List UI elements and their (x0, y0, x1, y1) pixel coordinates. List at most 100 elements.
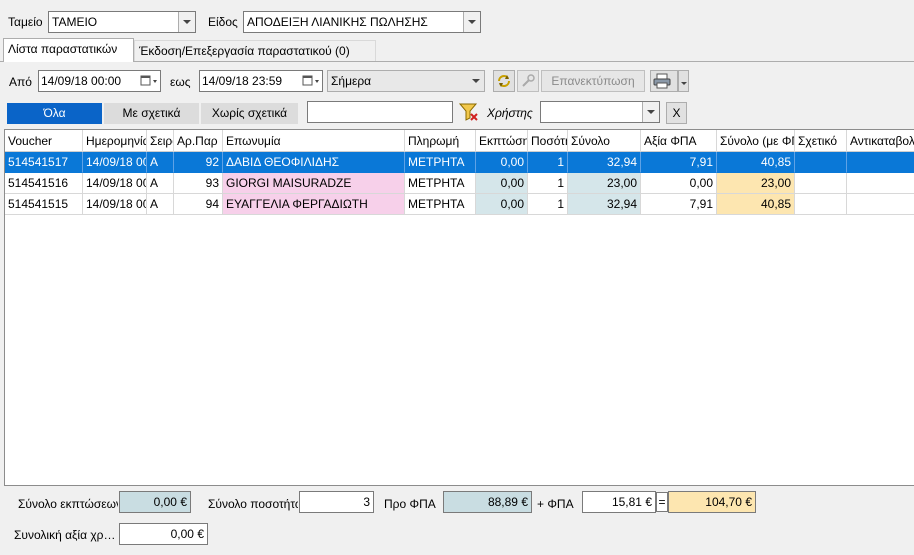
cell-total-vat: 23,00 (717, 173, 795, 194)
column-header-total-vat[interactable]: Σύνολο (με ΦΠΑ) (717, 130, 795, 152)
discount-total-label: Σύνολο εκπτώσεων (18, 497, 118, 511)
print-button[interactable] (650, 70, 678, 92)
discount-total-field: 0,00 € (119, 491, 191, 513)
user-label: Χρήστης (487, 106, 533, 120)
filter-clear-icon (458, 103, 478, 121)
grand-total-field: 104,70 € (668, 491, 756, 513)
cell-payment: ΜΕΤΡΗΤΑ (405, 152, 476, 173)
cell-total-vat: 40,85 (717, 152, 795, 173)
cell-discount: 0,00 (476, 173, 528, 194)
chevron-down-icon[interactable] (463, 12, 480, 32)
filter-all-button[interactable]: Όλα (7, 103, 102, 124)
cell-number: 92 (174, 152, 223, 173)
search-input[interactable] (307, 101, 453, 123)
to-label: εως (170, 75, 191, 89)
cell-vat: 7,91 (641, 194, 717, 215)
column-header-discount[interactable]: Εκπτώση (476, 130, 528, 152)
from-date-picker[interactable]: 14/09/18 00:00 (38, 70, 161, 92)
reprint-button[interactable]: Επανεκτύπωση (541, 70, 645, 92)
refresh-button[interactable] (493, 70, 515, 92)
column-header-cod[interactable]: Αντικαταβολή (847, 130, 914, 152)
cell-cod (847, 194, 914, 215)
qty-total-field: 3 (299, 491, 374, 513)
chevron-down-icon (680, 82, 687, 85)
cell-payment: ΜΕΤΡΗΤΑ (405, 173, 476, 194)
equals-sign: = (656, 492, 668, 512)
cashbox-select[interactable]: ΤΑΜΕΙΟ (48, 11, 196, 33)
cashbox-label: Ταμείο (8, 15, 43, 29)
clear-filter-button[interactable] (458, 101, 480, 123)
cell-vat: 0,00 (641, 173, 717, 194)
clear-user-button[interactable]: X (666, 102, 687, 124)
chevron-down-icon[interactable] (642, 102, 659, 122)
tab-divider (0, 61, 914, 62)
filter-without-related-button[interactable]: Χωρίς σχετικά (201, 103, 298, 124)
cell-related (795, 194, 847, 215)
cell-vat: 7,91 (641, 152, 717, 173)
cell-date: 14/09/18 00:00 (83, 194, 147, 215)
cell-series: Α (147, 173, 174, 194)
column-header-name[interactable]: Επωνυμία (223, 130, 405, 152)
type-value: ΑΠΟΔΕΙΞΗ ΛΙΑΝΙΚΗΣ ΠΩΛΗΣΗΣ (247, 15, 428, 29)
cell-qty: 1 (528, 173, 568, 194)
user-select[interactable] (540, 101, 660, 123)
chevron-down-icon[interactable] (467, 71, 484, 91)
table-row[interactable]: 514541515 14/09/18 00:00 Α 94 ΕΥΑΓΓΕΛΙΑ … (5, 194, 914, 215)
cell-name: ΕΥΑΓΓΕΛΙΑ ΦΕΡΓΑΔΙΩΤΗ (223, 194, 405, 215)
cell-number: 93 (174, 173, 223, 194)
column-header-payment[interactable]: Πληρωμή (405, 130, 476, 152)
tab-document-edit[interactable]: Έκδοση/Επεξεργασία παραστατικού (0) (134, 40, 376, 62)
cell-discount: 0,00 (476, 152, 528, 173)
vat-label: + ΦΠΑ (537, 497, 574, 511)
column-header-date[interactable]: Ημερομηνία (83, 130, 147, 152)
wrench-icon (522, 74, 535, 87)
column-header-vat[interactable]: Αξία ΦΠΑ (641, 130, 717, 152)
total-charges-label: Συνολική αξία χρεώσεων (14, 528, 116, 542)
cell-voucher: 514541516 (5, 173, 83, 194)
cell-name: GIORGI MAISURADZE (223, 173, 405, 194)
cell-cod (847, 152, 914, 173)
tab-document-list[interactable]: Λίστα παραστατικών (3, 38, 134, 62)
column-header-related[interactable]: Σχετικό (795, 130, 847, 152)
cell-qty: 1 (528, 194, 568, 215)
from-label: Από (9, 75, 32, 89)
calendar-icon[interactable] (302, 74, 320, 88)
grid-header: Voucher Ημερομηνία Σειρά Αρ.Παρ Επωνυμία… (5, 130, 914, 152)
cell-related (795, 173, 847, 194)
calendar-icon[interactable] (140, 74, 158, 88)
cell-series: Α (147, 194, 174, 215)
period-select[interactable]: Σήμερα (327, 70, 485, 92)
chevron-down-icon[interactable] (178, 12, 195, 32)
total-charges-field: 0,00 € (119, 523, 208, 545)
column-header-voucher[interactable]: Voucher (5, 130, 83, 152)
cell-name: ΔΑΒΙΔ ΘΕΟΦΙΛΙΔΗΣ (223, 152, 405, 173)
cell-date: 14/09/18 00:00 (83, 152, 147, 173)
table-row[interactable]: 514541516 14/09/18 00:00 Α 93 GIORGI MAI… (5, 173, 914, 194)
cell-number: 94 (174, 194, 223, 215)
qty-total-label: Σύνολο ποσοτήτων (208, 497, 298, 511)
to-date-value: 14/09/18 23:59 (202, 74, 283, 88)
table-row[interactable]: 514541517 14/09/18 00:00 Α 92 ΔΑΒΙΔ ΘΕΟΦ… (5, 152, 914, 173)
cell-total-vat: 40,85 (717, 194, 795, 215)
column-header-total[interactable]: Σύνολο (568, 130, 641, 152)
cell-total: 32,94 (568, 194, 641, 215)
from-date-value: 14/09/18 00:00 (41, 74, 122, 88)
period-value: Σήμερα (331, 74, 372, 88)
pre-vat-label: Προ ΦΠΑ (384, 497, 436, 511)
cell-qty: 1 (528, 152, 568, 173)
cell-total: 23,00 (568, 173, 641, 194)
print-menu-button[interactable] (678, 70, 689, 92)
refresh-icon (498, 75, 510, 87)
type-select[interactable]: ΑΠΟΔΕΙΞΗ ΛΙΑΝΙΚΗΣ ΠΩΛΗΣΗΣ (243, 11, 481, 33)
column-header-qty[interactable]: Ποσότητα (528, 130, 568, 152)
cell-related (795, 152, 847, 173)
column-header-number[interactable]: Αρ.Παρ (174, 130, 223, 152)
cell-payment: ΜΕΤΡΗΤΑ (405, 194, 476, 215)
filter-with-related-button[interactable]: Με σχετικά (104, 103, 199, 124)
tools-button[interactable] (517, 70, 539, 92)
to-date-picker[interactable]: 14/09/18 23:59 (199, 70, 323, 92)
cell-voucher: 514541517 (5, 152, 83, 173)
column-header-series[interactable]: Σειρά (147, 130, 174, 152)
documents-grid[interactable]: Voucher Ημερομηνία Σειρά Αρ.Παρ Επωνυμία… (4, 129, 914, 486)
cell-voucher: 514541515 (5, 194, 83, 215)
